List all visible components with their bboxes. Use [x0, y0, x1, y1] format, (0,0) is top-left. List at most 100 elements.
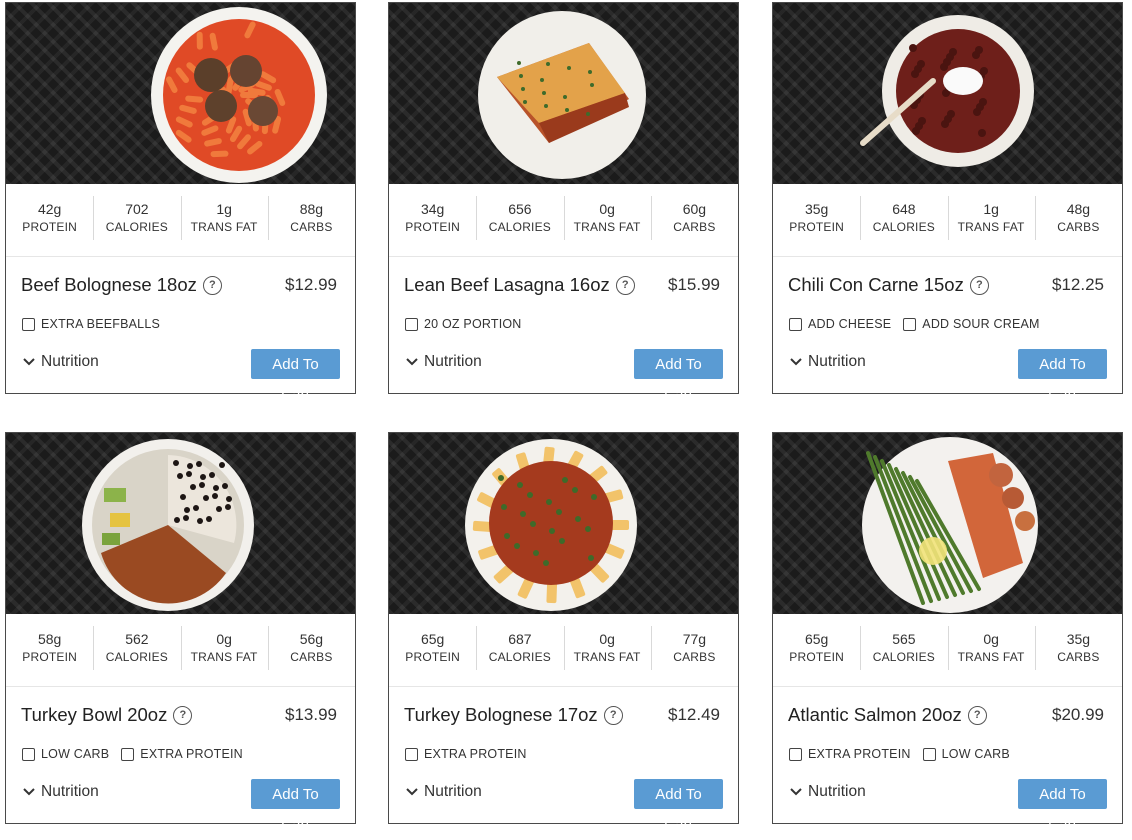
product-photo[interactable] [773, 3, 1122, 184]
macro-value: 58g [37, 631, 62, 647]
options-row: EXTRA PROTEIN LOW CARB [789, 744, 1010, 764]
title-row: Turkey Bowl 20oz ? $13.99 [21, 701, 337, 729]
macro-label: CARBS [1057, 220, 1100, 234]
product-photo[interactable] [389, 3, 738, 184]
macros-row: 65g PROTEIN 687 CALORIES 0g TRANS FAT 77… [389, 614, 738, 687]
product-name: Lean Beef Lasagna 16oz [404, 274, 610, 295]
nutrition-toggle[interactable]: Nutrition [22, 783, 99, 801]
product-name: Beef Bolognese 18oz [21, 274, 197, 295]
macro-label: CALORIES [488, 650, 552, 664]
help-icon[interactable]: ? [603, 705, 623, 725]
product-photo[interactable] [6, 433, 355, 614]
add-to-cart-button[interactable]: Add To Cart [634, 779, 723, 833]
product-photo[interactable] [389, 433, 738, 614]
help-icon[interactable]: ? [967, 705, 987, 725]
product-title: Turkey Bolognese 17oz ? [404, 701, 623, 729]
add-to-cart-button[interactable]: Add To Cart [1018, 779, 1107, 833]
add-to-cart-button[interactable]: Add To Cart [251, 349, 340, 403]
checkbox-box[interactable] [922, 747, 936, 761]
macro-protein: 35g PROTEIN [773, 200, 860, 240]
help-icon[interactable]: ? [615, 275, 635, 295]
macro-calories: 702 CALORIES [93, 196, 180, 240]
checkbox-box[interactable] [903, 317, 917, 331]
option-checkbox[interactable]: EXTRA PROTEIN [789, 744, 911, 764]
macro-calories: 562 CALORIES [93, 626, 180, 670]
option-label: LOW CARB [941, 747, 1010, 761]
checkbox-box[interactable] [405, 747, 418, 761]
checkbox-box[interactable] [22, 317, 35, 331]
option-checkbox[interactable]: ADD SOUR CREAM [903, 314, 1039, 334]
checkbox-box[interactable] [121, 747, 135, 761]
macro-label: CARBS [673, 650, 716, 664]
product-photo[interactable] [6, 3, 355, 184]
macro-value: 702 [125, 201, 149, 217]
add-to-cart-button[interactable]: Add To Cart [251, 779, 340, 833]
macro-carbs: 60g CARBS [650, 196, 738, 240]
help-icon[interactable]: ? [173, 705, 193, 725]
macros-row: 42g PROTEIN 702 CALORIES 1g TRANS FAT 88… [6, 184, 355, 257]
chevron-down-icon [406, 788, 418, 796]
salmon-asparagus-illustration [862, 437, 1038, 613]
nutrition-toggle[interactable]: Nutrition [405, 783, 482, 801]
nutrition-toggle[interactable]: Nutrition [789, 353, 866, 371]
product-title: Lean Beef Lasagna 16oz ? [404, 271, 635, 299]
option-checkbox[interactable]: 20 OZ PORTION [405, 314, 522, 334]
option-label: EXTRA PROTEIN [424, 747, 527, 761]
option-checkbox[interactable]: ADD CHEESE [789, 314, 891, 334]
macro-trans-fat: 1g TRANS FAT [180, 196, 268, 240]
pasta-with-meatballs-illustration [151, 7, 327, 183]
add-to-cart-button[interactable]: Add To Cart [1018, 349, 1107, 403]
macro-trans-fat: 1g TRANS FAT [947, 196, 1035, 240]
macro-protein: 65g PROTEIN [773, 630, 860, 670]
macro-value: 656 [508, 201, 532, 217]
macro-label: PROTEIN [405, 650, 460, 664]
macro-carbs: 77g CARBS [650, 626, 738, 670]
macro-value: 35g [804, 201, 829, 217]
product-photo[interactable] [773, 433, 1122, 614]
macro-label: TRANS FAT [190, 650, 258, 664]
chevron-down-icon [406, 358, 418, 366]
checkbox-box[interactable] [789, 317, 802, 331]
option-label: EXTRA PROTEIN [140, 747, 243, 761]
macro-label: TRANS FAT [190, 220, 258, 234]
option-label: LOW CARB [41, 747, 110, 761]
macro-value: 1g [983, 201, 999, 217]
macro-value: 0g [983, 631, 999, 647]
macro-value: 0g [599, 631, 615, 647]
option-checkbox[interactable]: LOW CARB [22, 744, 109, 764]
option-label: ADD CHEESE [808, 317, 892, 331]
product-title: Beef Bolognese 18oz ? [21, 271, 222, 299]
option-checkbox[interactable]: EXTRA PROTEIN [121, 744, 243, 764]
chili-bowl-illustration [860, 15, 1034, 167]
product-title: Turkey Bowl 20oz ? [21, 701, 193, 729]
macro-label: CALORIES [105, 650, 169, 664]
nutrition-toggle[interactable]: Nutrition [405, 353, 482, 371]
macro-value: 48g [1066, 201, 1091, 217]
macro-value: 0g [599, 201, 615, 217]
checkbox-box[interactable] [22, 747, 35, 761]
product-card: 34g PROTEIN 656 CALORIES 0g TRANS FAT 60… [388, 2, 739, 403]
checkbox-box[interactable] [405, 317, 418, 331]
help-icon[interactable]: ? [202, 275, 222, 295]
add-to-cart-button[interactable]: Add To Cart [634, 349, 723, 403]
option-checkbox[interactable]: EXTRA BEEFBALLS [22, 314, 160, 334]
option-checkbox[interactable]: LOW CARB [922, 744, 1010, 764]
option-label: EXTRA PROTEIN [808, 747, 911, 761]
macro-protein: 65g PROTEIN [389, 630, 476, 670]
option-checkbox[interactable]: EXTRA PROTEIN [405, 744, 527, 764]
nutrition-toggle[interactable]: Nutrition [789, 783, 866, 801]
nutrition-toggle[interactable]: Nutrition [22, 353, 99, 371]
macro-label: CARBS [290, 650, 333, 664]
chevron-down-icon [790, 358, 802, 366]
macros-row: 34g PROTEIN 656 CALORIES 0g TRANS FAT 60… [389, 184, 738, 257]
checkbox-box[interactable] [789, 747, 802, 761]
macro-label: CALORIES [872, 220, 936, 234]
nutrition-label: Nutrition [808, 353, 866, 370]
help-icon[interactable]: ? [969, 275, 989, 295]
macro-label: CARBS [1057, 650, 1100, 664]
macros-row: 35g PROTEIN 648 CALORIES 1g TRANS FAT 48… [773, 184, 1122, 257]
product-card: 58g PROTEIN 562 CALORIES 0g TRANS FAT 56… [5, 432, 356, 833]
product-price: $13.99 [285, 705, 337, 724]
product-price: $12.25 [1052, 275, 1104, 294]
product-price: $12.49 [668, 705, 720, 724]
